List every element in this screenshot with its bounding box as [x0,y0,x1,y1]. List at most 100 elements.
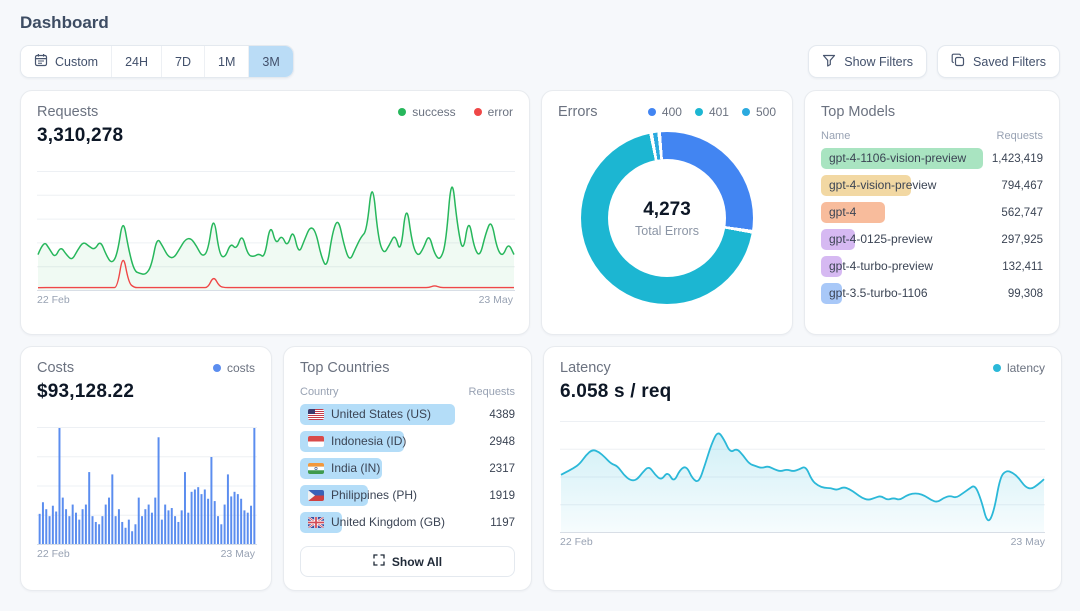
time-range-custom[interactable]: Custom [21,46,111,77]
time-range-3m[interactable]: 3M [248,46,292,77]
country-bar-track: Indonesia (ID) [300,431,455,452]
countries-header-country: Country [300,386,339,398]
time-range-label: Custom [55,55,98,69]
success-dot-icon [398,108,406,116]
countries-table-header: Country Requests [300,386,515,398]
x-label-end: 23 May [1011,536,1045,548]
legend-costs: costs [213,361,255,375]
models-table-header: Name Requests [821,130,1043,142]
costs-total: $93,128.22 [37,381,255,403]
x-label-end: 23 May [221,548,255,560]
country-name: United Kingdom (GB) [300,512,455,533]
top-models-card: Top Models Name Requests gpt-4-1106-visi… [804,90,1060,335]
legend-success: success [398,105,455,119]
costs-legend: costs [213,361,255,375]
costs-x-axis: 22 Feb 23 May [37,548,255,560]
legend-400: 400 [648,105,682,119]
time-range-7d[interactable]: 7D [161,46,204,77]
models-table-body: gpt-4-1106-vision-preview1,423,419gpt-4-… [821,148,1043,304]
total-errors-label: Total Errors [635,224,699,238]
ph-flag-icon [308,490,324,501]
country-request-count: 2317 [463,463,515,475]
legend-500: 500 [742,105,776,119]
copy-icon [951,53,965,70]
countries-table-body: United States (US) 4389 Indonesia (ID)2948… [300,404,515,533]
errors-card-title: Errors [558,104,597,120]
table-row[interactable]: United States (US) 4389 [300,404,515,425]
model-bar-track: gpt-3.5-turbo-1106 [821,283,983,304]
gb-flag-icon [308,517,324,528]
table-row[interactable]: gpt-4-0125-preview 297,925 [821,229,1043,250]
model-request-count: 1,423,419 [991,153,1043,165]
page-title: Dashboard [20,13,1060,33]
table-row[interactable]: gpt-4-turbo-preview132,411 [821,256,1043,277]
latency-x-axis: 22 Feb 23 May [560,536,1045,548]
time-range-group: Custom 24H 7D 1M 3M [20,45,294,78]
top-models-title: Top Models [821,104,895,120]
errors-card: Errors 400 401 500 [541,90,793,335]
latency-total: 6.058 s / req [560,381,1045,403]
table-row[interactable]: gpt-4-1106-vision-preview 1,423,419 [821,148,1043,169]
table-row[interactable]: Philippines (PH) 1919 [300,485,515,506]
models-header-requests: Requests [997,130,1043,142]
table-row[interactable]: Indonesia (ID)2948 [300,431,515,452]
model-request-count: 297,925 [991,234,1043,246]
requests-x-axis: 22 Feb 23 May [37,294,513,306]
models-header-name: Name [821,130,850,142]
countries-header-requests: Requests [469,386,515,398]
top-countries-title: Top Countries [300,360,389,376]
id-flag-icon [308,436,324,447]
saved-filters-button[interactable]: Saved Filters [937,45,1060,78]
time-range-1m[interactable]: 1M [204,46,248,77]
country-request-count: 1919 [463,490,515,502]
toolbar: Custom 24H 7D 1M 3M Show Filters [20,45,1060,78]
model-bar-track: gpt-4-1106-vision-preview [821,148,983,169]
model-bar-track: gpt-4-turbo-preview [821,256,983,277]
errors-donut-chart: 4,273 Total Errors [581,132,753,304]
dashboard-page: Dashboard Custom 24H 7D 1M 3M [0,0,1080,611]
error-401-dot-icon [695,108,703,116]
table-row[interactable]: gpt-4 562,747 [821,202,1043,223]
expand-icon [373,554,385,569]
latency-area-chart [560,421,1045,533]
model-request-count: 562,747 [991,207,1043,219]
model-request-count: 794,467 [991,180,1043,192]
model-bar-track: gpt-4-0125-preview [821,229,983,250]
country-name: United States (US) [300,404,455,425]
country-request-count: 4389 [463,409,515,421]
x-label-start: 22 Feb [37,294,70,306]
country-request-count: 1197 [463,517,515,529]
costs-bar-chart [37,427,257,545]
us-flag-icon [308,409,324,420]
time-range-24h[interactable]: 24H [111,46,161,77]
error-dot-icon [474,108,482,116]
costs-card: Costs costs $93,128.22 22 Feb 23 May [20,346,272,591]
table-row[interactable]: United Kingdom (GB) 1197 [300,512,515,533]
show-filters-button[interactable]: Show Filters [808,45,927,78]
requests-card: Requests success error 3,310,278 22 Feb … [20,90,530,335]
requests-legend: success error [398,105,513,119]
country-bar-track: United States (US) [300,404,455,425]
donut-center: 4,273 Total Errors [608,159,726,277]
costs-dot-icon [213,364,221,372]
latency-card: Latency latency 6.058 s / req 22 Feb 23 … [543,346,1062,591]
in-flag-icon [308,463,324,474]
latency-legend: latency [993,361,1045,375]
top-countries-card: Top Countries Country Requests United St… [283,346,532,591]
model-request-count: 99,308 [991,288,1043,300]
latency-dot-icon [993,364,1001,372]
costs-card-title: Costs [37,360,74,376]
show-all-button[interactable]: Show All [300,546,515,577]
requests-line-chart [37,171,515,291]
model-bar-track: gpt-4 [821,202,983,223]
top-row: Requests success error 3,310,278 22 Feb … [20,90,1060,335]
table-row[interactable]: gpt-4-vision-preview 794,467 [821,175,1043,196]
legend-error: error [474,105,513,119]
legend-latency: latency [993,361,1045,375]
table-row[interactable]: India (IN)2317 [300,458,515,479]
filter-buttons: Show Filters Saved Filters [808,45,1060,78]
country-name: Philippines (PH) [300,485,455,506]
model-bar-track: gpt-4-vision-preview [821,175,983,196]
table-row[interactable]: gpt-3.5-turbo-1106 99,308 [821,283,1043,304]
legend-401: 401 [695,105,729,119]
